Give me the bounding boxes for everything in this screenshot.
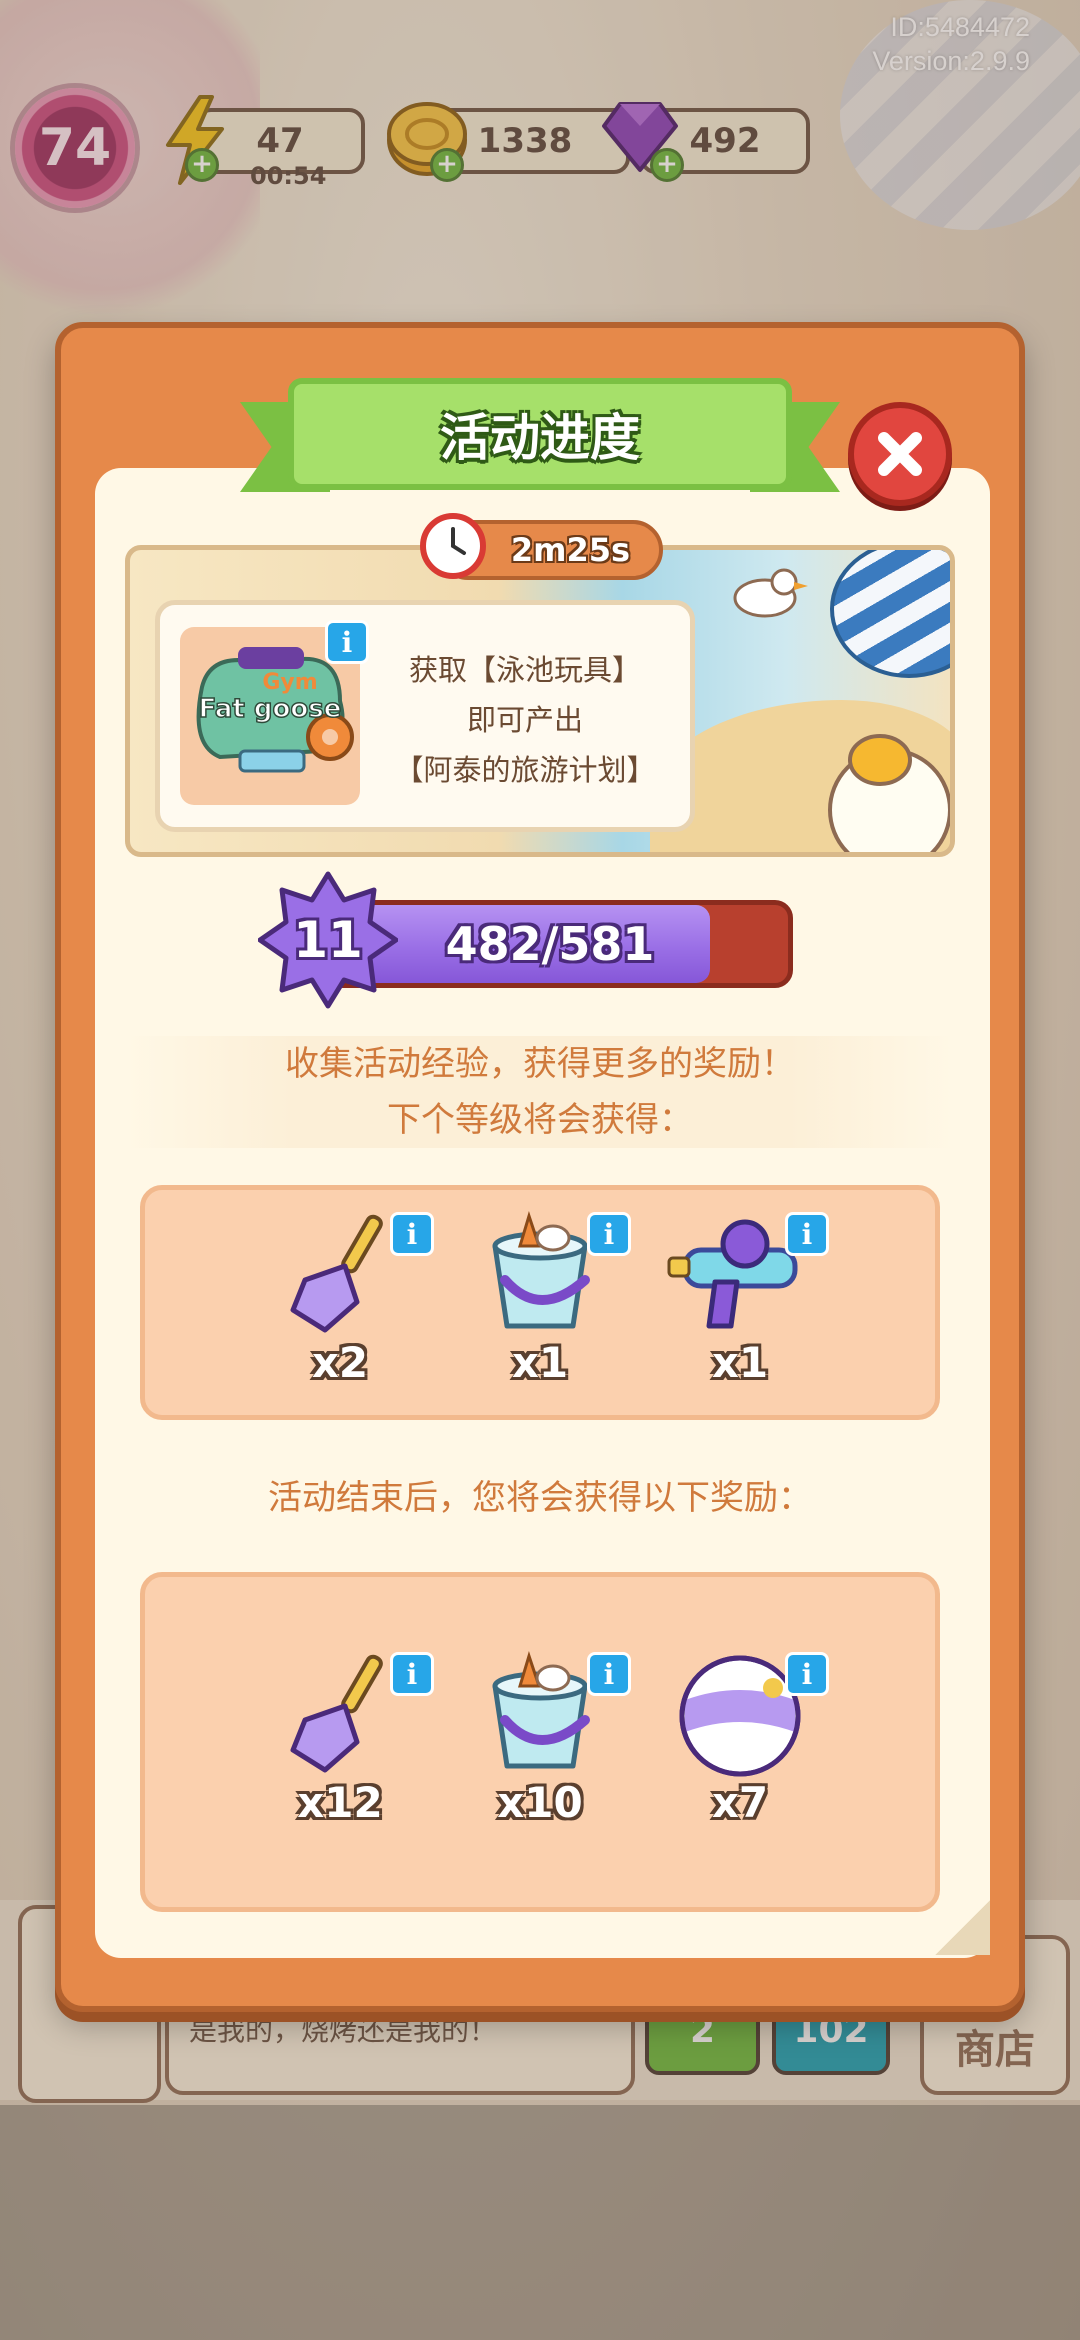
event-description: 获取【泳池玩具】 即可产出 【阿泰的旅游计划】	[370, 645, 680, 795]
event-description-line1: 获取【泳池玩具】	[408, 653, 641, 687]
end-rewards-caption: 活动结束后，您将会获得以下奖励：	[268, 1478, 812, 1518]
next-level-caption-line2: 下个等级将会获得：	[387, 1100, 693, 1140]
event-level: 11	[293, 911, 363, 969]
svg-text:Fat goose: Fat goose	[199, 694, 342, 724]
goose-illustration	[733, 568, 808, 618]
beach-umbrella-illustration	[830, 550, 950, 678]
svg-text:Gym: Gym	[262, 670, 317, 695]
event-description-line3: 【阿泰的旅游计划】	[394, 753, 656, 787]
info-button-beach-ball[interactable]: i	[785, 1652, 829, 1696]
clock-icon	[420, 513, 486, 579]
event-timer-text: 2m25s	[510, 531, 631, 569]
info-button-water-gun[interactable]: i	[785, 1212, 829, 1256]
reward-count: x12	[297, 1778, 383, 1827]
event-description-line2: 即可产出	[466, 703, 583, 737]
info-button-bucket[interactable]: i	[587, 1652, 631, 1696]
next-level-caption: 收集活动经验，获得更多的奖励！ 下个等级将会获得：	[125, 1036, 955, 1148]
info-button-shovel[interactable]: i	[390, 1212, 434, 1256]
reward-count: x10	[497, 1778, 583, 1827]
info-button-shovel[interactable]: i	[390, 1652, 434, 1696]
close-button[interactable]	[848, 402, 952, 506]
close-icon	[878, 432, 922, 476]
paper-corner	[935, 1900, 990, 1955]
info-button-bucket[interactable]: i	[587, 1212, 631, 1256]
info-button-gym[interactable]: i	[325, 620, 369, 664]
progress-text: 482/581	[445, 917, 655, 971]
next-level-caption-line1: 收集活动经验，获得更多的奖励！	[285, 1044, 795, 1084]
reward-count: x1	[711, 1338, 769, 1387]
duck-float-illustration	[828, 734, 950, 852]
bottom-shade	[0, 2105, 1080, 2340]
reward-count: x1	[511, 1338, 569, 1387]
reward-count: x2	[311, 1338, 369, 1387]
modal-title: 活动进度	[288, 378, 792, 490]
reward-count: x7	[711, 1778, 769, 1827]
